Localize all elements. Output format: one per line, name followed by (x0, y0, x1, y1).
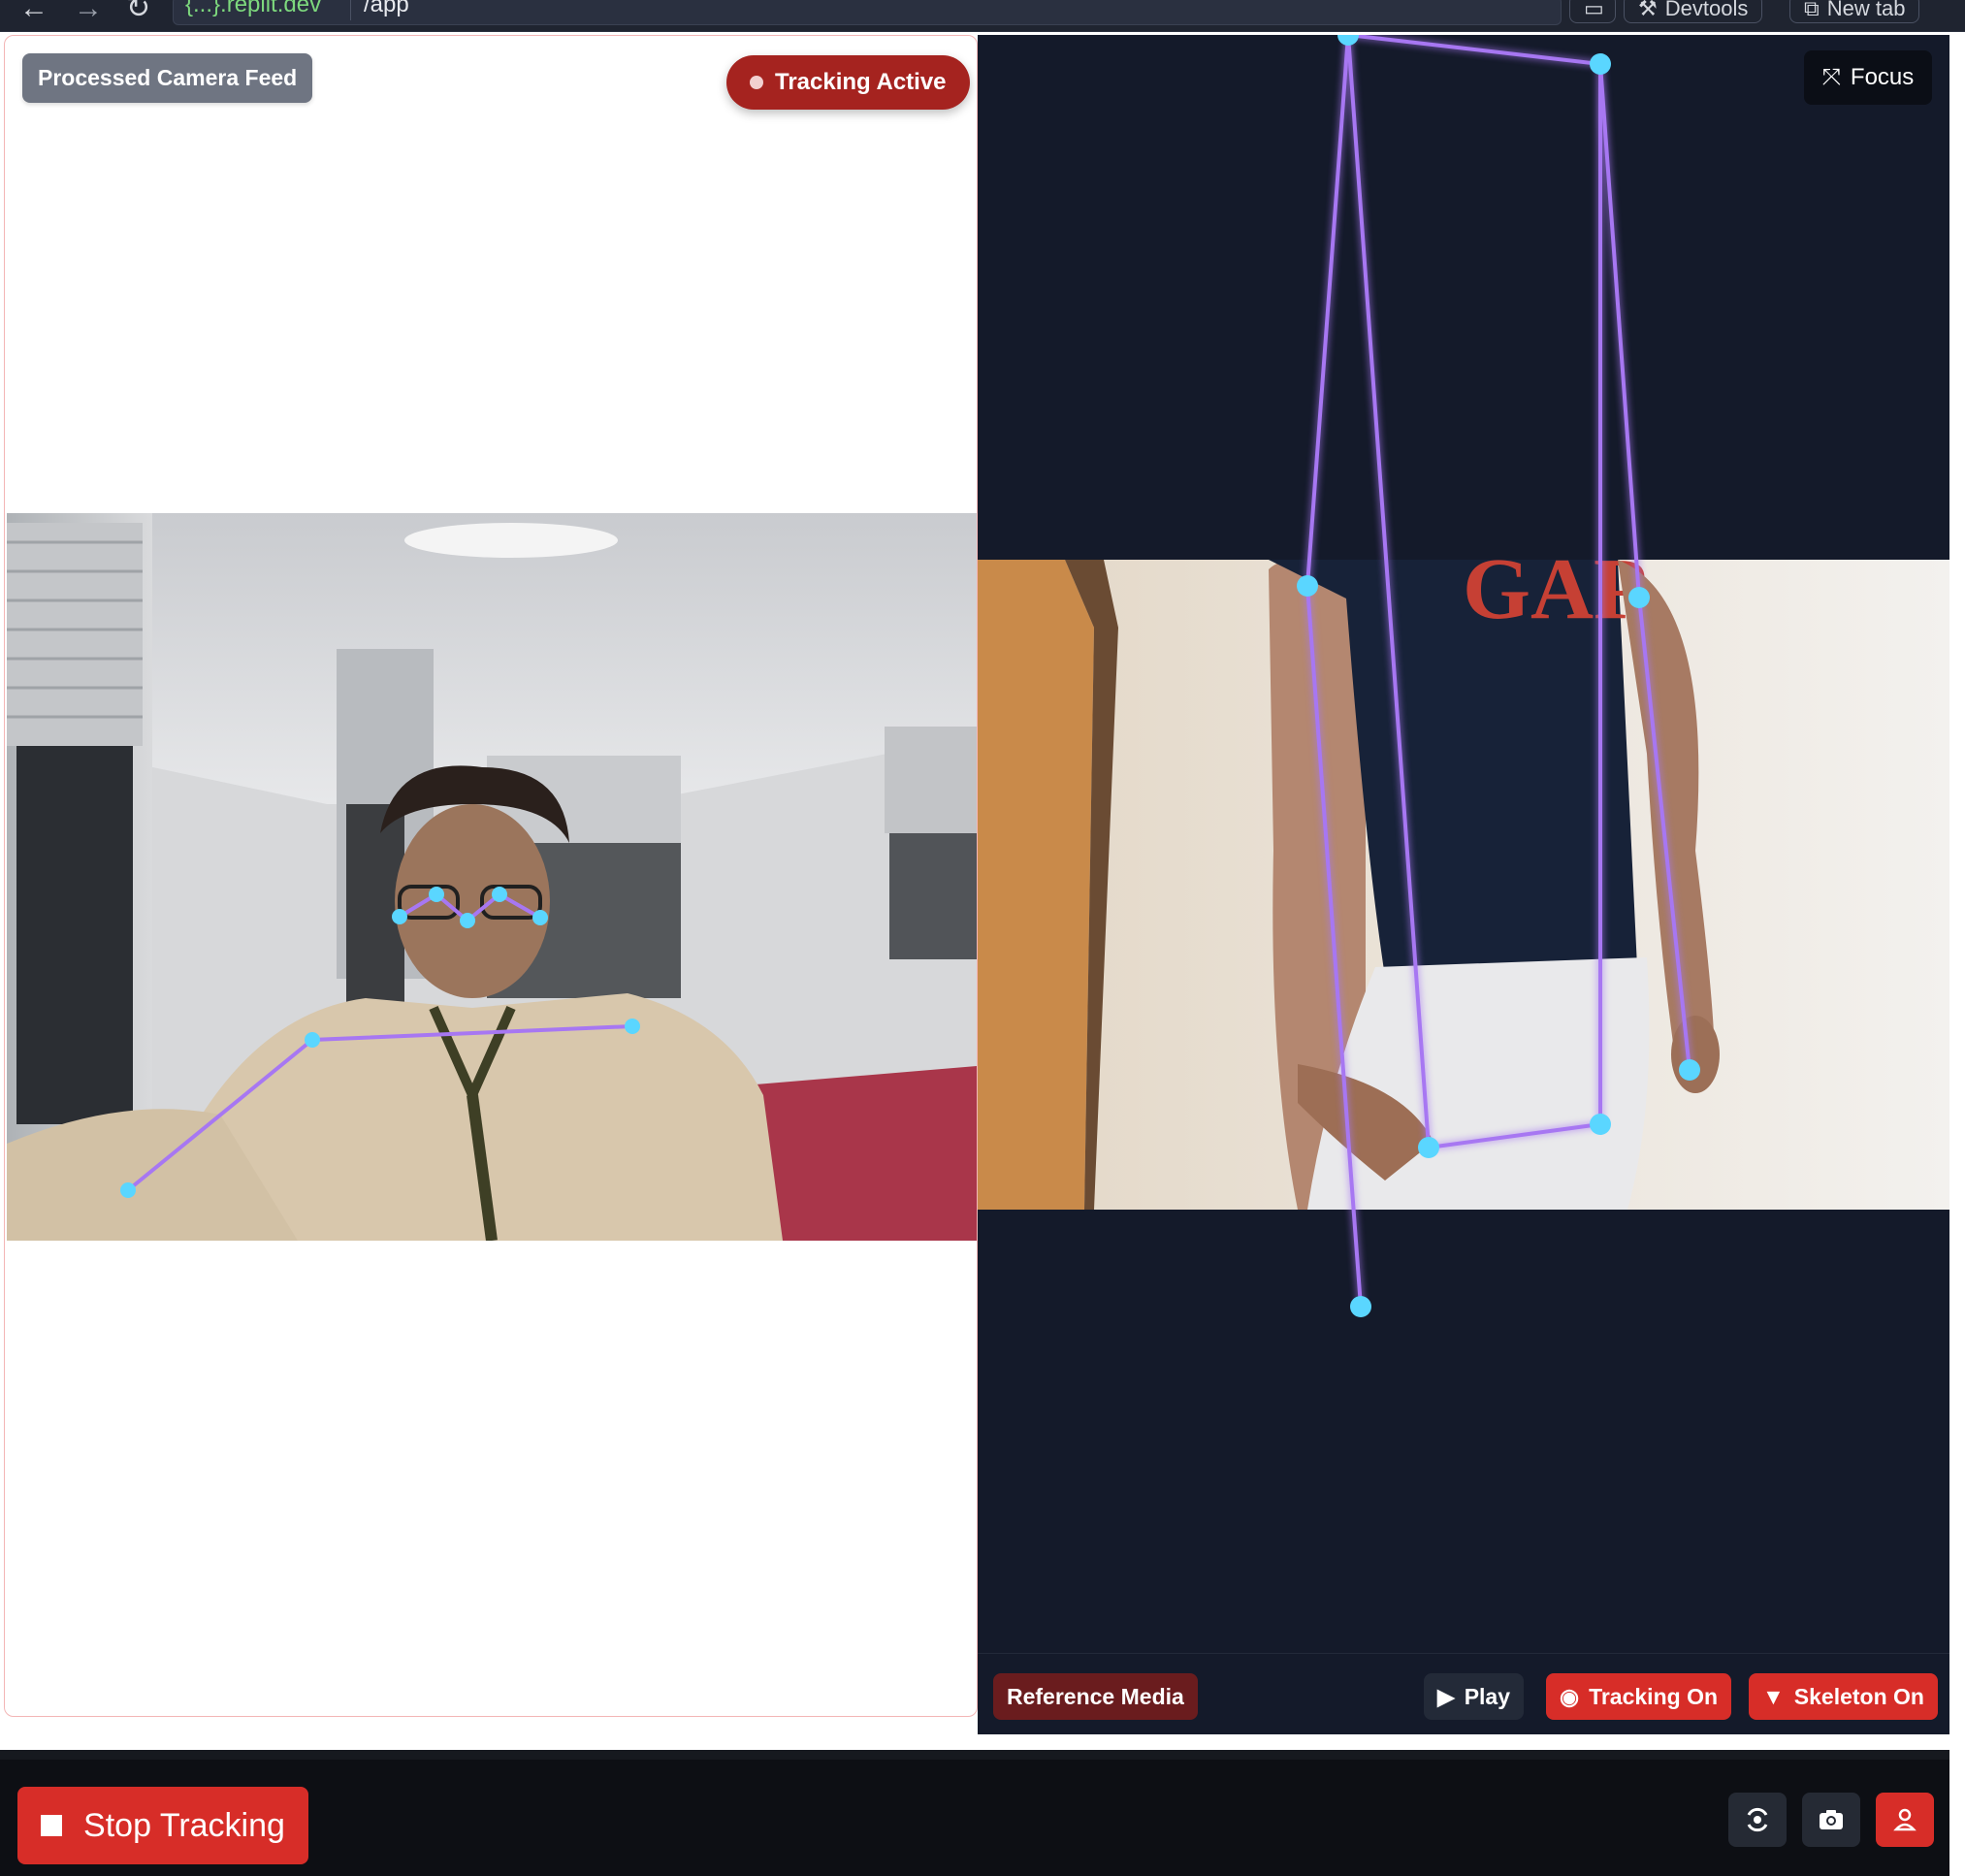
new-tab-button[interactable]: ⧉ New tab (1789, 0, 1920, 23)
browser-toolbar: ← → ↻ {...}.replit.dev /app ▭ ⚒ Devtools… (0, 0, 1965, 32)
bottom-control-bar: Stop Tracking (0, 1750, 1949, 1876)
monitor-icon: ▭ (1584, 0, 1604, 20)
url-path: /app (364, 0, 409, 17)
address-bar[interactable]: {...}.replit.dev /app (173, 0, 1562, 25)
devtools-button[interactable]: ⚒ Devtools (1624, 0, 1763, 23)
pose-skeleton-overlay (1297, 35, 1700, 1317)
stop-icon (41, 1815, 63, 1836)
stop-tracking-label: Stop Tracking (83, 1806, 285, 1844)
rotate-camera-button[interactable] (1728, 1793, 1787, 1847)
processed-feed-badge: Processed Camera Feed (22, 53, 313, 103)
camera-icon (1820, 1810, 1843, 1829)
reference-media-panel: GAP ⤧ Focus Reference Media ▶ Play ◉ Tra… (978, 35, 1949, 1734)
reference-media-badge: Reference Media (993, 1673, 1198, 1720)
monitor-button[interactable]: ▭ (1569, 0, 1616, 23)
camera-frame (7, 513, 977, 1241)
tracking-status-badge: Tracking Active (726, 55, 970, 110)
status-dot-icon (750, 76, 763, 89)
tracking-toggle-button[interactable]: ◉ Tracking On (1546, 1673, 1732, 1720)
focus-label: Focus (1850, 64, 1915, 90)
tracking-status-label: Tracking Active (775, 69, 947, 95)
reference-media-label: Reference Media (1007, 1683, 1184, 1709)
eye-icon: ◉ (1560, 1683, 1580, 1709)
user-button[interactable] (1876, 1793, 1934, 1847)
focus-button[interactable]: ⤧ Focus (1804, 50, 1932, 105)
stop-tracking-button[interactable]: Stop Tracking (17, 1787, 308, 1864)
play-icon: ▶ (1437, 1683, 1455, 1709)
rotate-camera-icon (1747, 1807, 1768, 1832)
play-label: Play (1464, 1683, 1511, 1709)
arrow-right-icon[interactable]: → (74, 0, 103, 23)
external-tab-icon: ⧉ (1804, 0, 1820, 20)
play-button[interactable]: ▶ Play (1424, 1673, 1525, 1720)
devtools-label: Devtools (1664, 0, 1749, 20)
processed-camera-panel: Processed Camera Feed Tracking Active (4, 35, 978, 1717)
url-separator (350, 0, 351, 20)
focus-icon: ⤧ (1821, 64, 1841, 90)
skeleton-toggle-label: Skeleton On (1793, 1683, 1924, 1709)
camera-button[interactable] (1802, 1793, 1860, 1847)
reload-icon[interactable]: ↻ (126, 0, 150, 23)
skeleton-toggle-button[interactable]: ▼ Skeleton On (1749, 1673, 1938, 1720)
user-icon (1893, 1808, 1917, 1831)
reference-controls: Reference Media ▶ Play ◉ Tracking On ▼ S… (978, 1653, 1949, 1734)
arrow-left-icon[interactable]: ← (19, 0, 48, 23)
new-tab-label: New tab (1826, 0, 1906, 20)
url-domain: {...}.replit.dev (185, 0, 322, 17)
tracking-toggle-label: Tracking On (1589, 1683, 1719, 1709)
filter-icon: ▼ (1762, 1683, 1785, 1709)
wrench-icon: ⚒ (1638, 0, 1658, 20)
